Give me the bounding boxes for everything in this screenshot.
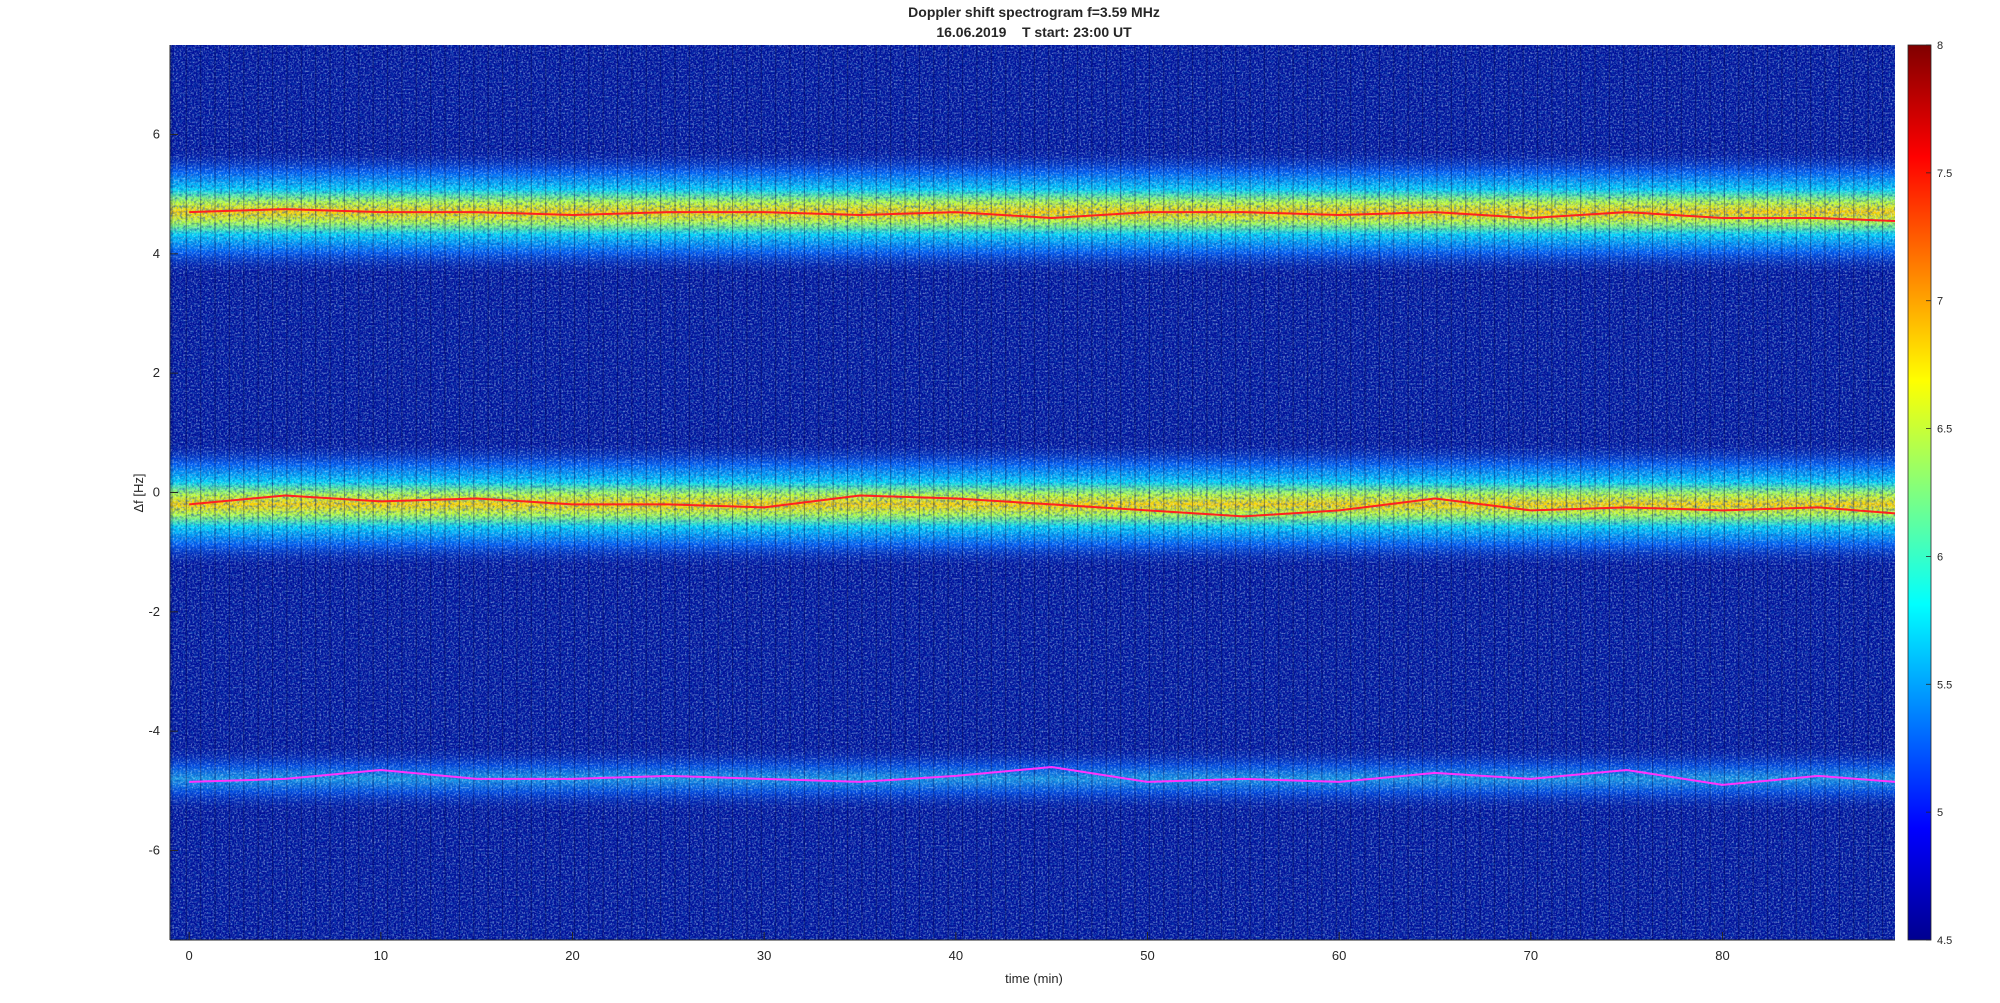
colorbar-tick-label: 5 [1937,807,1943,819]
x-tick-label: 70 [1524,948,1538,963]
y-tick-label: 6 [153,127,160,142]
x-axis-label: time (min) [1005,971,1063,986]
y-tick-label: -4 [148,723,160,738]
x-tick-label: 0 [186,948,193,963]
x-tick-label: 20 [565,948,579,963]
plot-area [170,45,1895,940]
colorbar-tick-label: 4.5 [1937,935,1952,947]
x-tick-label: 80 [1715,948,1729,963]
colorbar-tick-label: 7 [1937,296,1943,308]
y-tick-label: 0 [153,485,160,500]
chart-title: Doppler shift spectrogram f=3.59 MHz [908,4,1160,20]
colorbar-gradient [1907,44,1932,941]
colorbar-tick-label: 5.5 [1937,679,1952,691]
spectrogram-chart: Doppler shift spectrogram f=3.59 MHz 16.… [131,4,1952,986]
x-tick-label: 50 [1140,948,1154,963]
y-tick-label: -6 [148,843,160,858]
colorbar-tick-label: 6.5 [1937,424,1952,436]
x-tick-label: 60 [1332,948,1346,963]
y-tick-label: 2 [153,365,160,380]
x-tick-label: 30 [757,948,771,963]
colorbar-tick-label: 6 [1937,551,1943,563]
colorbar: 4.5 5 5.5 6 6.5 7 7.5 8 [1907,40,1952,947]
noise-speckle-dark [170,45,1895,940]
x-tick-label: 10 [374,948,388,963]
colorbar-tick-label: 7.5 [1937,168,1952,180]
colorbar-tick-label: 8 [1937,40,1943,52]
y-tick-label: 4 [153,246,160,261]
y-tick-label: -2 [148,604,160,619]
y-axis-label: Δf [Hz] [131,473,146,512]
chart-subtitle: 16.06.2019 T start: 23:00 UT [936,24,1132,40]
x-tick-label: 40 [949,948,963,963]
